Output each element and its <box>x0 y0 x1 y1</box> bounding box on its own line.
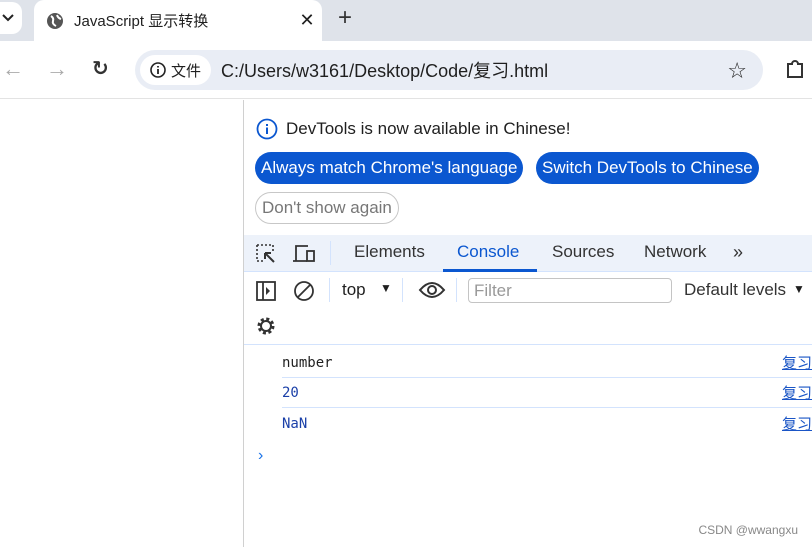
console-message: number 复习 <box>282 348 812 378</box>
log-levels-dropdown[interactable]: Default levels <box>684 280 786 300</box>
chevron-down-icon <box>2 14 14 22</box>
tab-network[interactable]: Network <box>644 242 706 262</box>
url-text: C:/Users/w3161/Desktop/Code/复习.html <box>221 61 549 81</box>
source-link[interactable]: 复习 <box>782 409 812 439</box>
bookmark-star-icon[interactable]: ☆ <box>727 58 747 84</box>
info-icon <box>150 62 166 78</box>
switch-chinese-button[interactable]: Switch DevTools to Chinese <box>536 152 759 184</box>
watermark: CSDN @wwangxu <box>698 523 798 537</box>
browser-toolbar: ← → ↻ 文件 C:/Users/w3161/Desktop/Code/复习.… <box>0 41 812 99</box>
new-tab-button[interactable]: + <box>338 4 352 32</box>
tab-sources[interactable]: Sources <box>552 242 614 262</box>
extensions-icon[interactable] <box>784 59 806 81</box>
dont-show-again-button[interactable]: Don't show again <box>255 192 399 224</box>
context-selector[interactable]: top <box>342 280 366 300</box>
info-icon <box>256 118 278 140</box>
close-tab-icon[interactable]: ✕ <box>292 10 322 31</box>
devtools-tabs: Elements Console Sources Network » <box>244 235 812 272</box>
forward-icon[interactable]: → <box>46 56 68 82</box>
tab-title: JavaScript 显示转换 <box>74 13 209 30</box>
language-notice: DevTools is now available in Chinese! <box>256 118 570 140</box>
device-toolbar-icon[interactable] <box>292 243 316 265</box>
eye-icon[interactable] <box>418 280 446 300</box>
notice-text: DevTools is now available in Chinese! <box>286 119 571 138</box>
log-text: 20 <box>282 385 299 401</box>
console-message: 20 复习 <box>282 378 812 408</box>
caret-down-icon: ▼ <box>380 281 392 295</box>
back-icon[interactable]: ← <box>2 56 24 82</box>
globe-icon <box>47 12 63 29</box>
clear-console-icon[interactable] <box>293 280 315 302</box>
console-toolbar: top ▼ Filter Default levels ▼ <box>244 272 812 345</box>
source-link[interactable]: 复习 <box>782 378 812 408</box>
log-text: number <box>282 355 333 371</box>
tab-console[interactable]: Console <box>457 242 519 262</box>
console-prompt-icon[interactable]: › <box>258 447 263 465</box>
caret-down-icon: ▼ <box>793 282 805 296</box>
browser-tab[interactable]: JavaScript 显示转换 ✕ <box>34 0 322 41</box>
source-link[interactable]: 复习 <box>782 348 812 378</box>
sidebar-toggle-icon[interactable] <box>255 280 277 302</box>
file-label: 文件 <box>171 62 202 80</box>
log-text: NaN <box>282 416 308 432</box>
reload-icon[interactable]: ↻ <box>92 56 109 81</box>
devtools-panel: DevTools is now available in Chinese! Al… <box>244 100 812 547</box>
tab-strip: JavaScript 显示转换 ✕ + <box>0 0 812 41</box>
more-tabs-icon[interactable]: » <box>733 242 743 263</box>
inspect-element-icon[interactable] <box>255 243 277 265</box>
tab-elements[interactable]: Elements <box>354 242 425 262</box>
filter-input[interactable]: Filter <box>468 278 672 303</box>
console-message: NaN 复习 <box>282 409 812 439</box>
match-language-button[interactable]: Always match Chrome's language <box>255 152 524 184</box>
site-info-chip[interactable]: 文件 <box>140 55 212 85</box>
gear-icon[interactable] <box>255 315 277 337</box>
address-bar[interactable]: 文件 C:/Users/w3161/Desktop/Code/复习.html ☆ <box>135 50 763 90</box>
tab-search-button[interactable] <box>0 2 22 34</box>
